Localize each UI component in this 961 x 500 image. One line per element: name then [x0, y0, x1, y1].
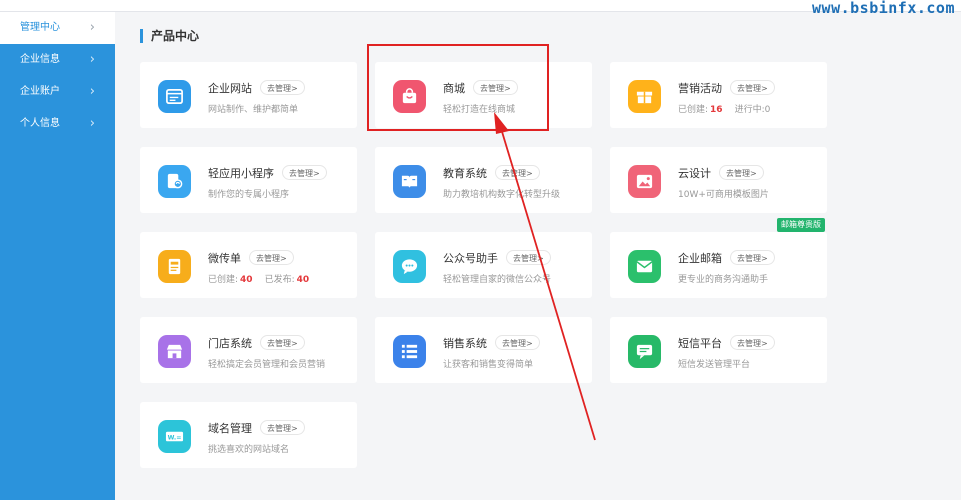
card-desc: 挑选喜欢的网站域名	[208, 445, 290, 455]
manage-button[interactable]: 去管理>	[495, 165, 540, 180]
book-icon	[393, 165, 426, 198]
product-card-marketing[interactable]: 营销活动 去管理> 已创建: 16 进行中:0	[610, 62, 827, 128]
card-desc: 10W+可商用模板图片	[678, 190, 769, 200]
sidebar-item-company-account[interactable]: 企业账户 ›	[0, 76, 115, 108]
product-card-wechat[interactable]: 公众号助手 去管理> 轻松管理自家的微信公众号	[375, 232, 592, 298]
card-name: 门店系统	[208, 337, 252, 350]
card-stats: 已创建: 40 已发布: 40	[208, 272, 311, 285]
card-desc: 让获客和销售变得简单	[443, 360, 534, 370]
created-label: 已创建:	[678, 105, 709, 115]
chevron-right-icon: ›	[89, 20, 95, 35]
card-name: 企业网站	[208, 82, 252, 95]
sidebar-item-label: 管理中心	[20, 22, 60, 33]
product-card-sales[interactable]: 销售系统 去管理> 让获客和销售变得简单	[375, 317, 592, 383]
product-card-sms[interactable]: 短信平台 去管理> 短信发送管理平台	[610, 317, 827, 383]
manage-button[interactable]: 去管理>	[260, 335, 305, 350]
sidebar-item-management-center[interactable]: 管理中心 ›	[0, 12, 115, 44]
card-name: 微传单	[208, 252, 241, 265]
created-count: 16	[710, 105, 723, 115]
manage-button[interactable]: 去管理>	[473, 80, 518, 95]
sidebar-item-label: 个人信息	[20, 118, 60, 129]
product-card-education[interactable]: 教育系统 去管理> 助力教培机构数字化转型升级	[375, 147, 592, 213]
card-desc: 轻松管理自家的微信公众号	[443, 275, 552, 285]
card-desc: 更专业的商务沟通助手	[678, 275, 769, 285]
card-name: 域名管理	[208, 422, 252, 435]
mail-icon	[628, 250, 661, 283]
storefront-icon	[158, 335, 191, 368]
manage-button[interactable]: 去管理>	[730, 250, 775, 265]
published-label: 已发布:	[264, 275, 295, 285]
product-card-mall[interactable]: 商城 去管理> 轻松打造在线商城	[375, 62, 592, 128]
manage-button[interactable]: 去管理>	[495, 335, 540, 350]
browser-icon	[158, 80, 191, 113]
mini-program-icon	[158, 165, 191, 198]
chat-bubble-icon	[393, 250, 426, 283]
manage-button[interactable]: 去管理>	[730, 335, 775, 350]
product-card-store[interactable]: 门店系统 去管理> 轻松搞定会员管理和会员营销	[140, 317, 357, 383]
product-card-miniapp[interactable]: 轻应用小程序 去管理> 制作您的专属小程序	[140, 147, 357, 213]
card-name: 教育系统	[443, 167, 487, 180]
product-card-microflyer[interactable]: 微传单 去管理> 已创建: 40 已发布: 40	[140, 232, 357, 298]
product-card-website[interactable]: 企业网站 去管理> 网站制作、维护都简单	[140, 62, 357, 128]
manage-button[interactable]: 去管理>	[730, 80, 775, 95]
sidebar-item-label: 企业账户	[20, 86, 60, 97]
card-name: 销售系统	[443, 337, 487, 350]
message-icon	[628, 335, 661, 368]
ongoing-label: 进行中:	[734, 105, 765, 115]
card-desc: 轻松打造在线商城	[443, 105, 516, 115]
card-desc: 短信发送管理平台	[678, 360, 751, 370]
manage-button[interactable]: 去管理>	[249, 250, 294, 265]
premium-badge: 邮箱尊贵版	[777, 218, 825, 232]
created-label: 已创建:	[208, 275, 239, 285]
card-desc: 助力教培机构数字化转型升级	[443, 190, 561, 200]
sidebar-item-company-info[interactable]: 企业信息 ›	[0, 44, 115, 76]
flyer-icon	[158, 250, 191, 283]
card-name: 公众号助手	[443, 252, 498, 265]
manage-button[interactable]: 去管理>	[260, 420, 305, 435]
created-count: 40	[240, 275, 253, 285]
product-card-email[interactable]: 邮箱尊贵版 企业邮箱 去管理> 更专业的商务沟通助手	[610, 218, 827, 298]
main-content: 产品中心 企业网站 去管理> 网站制作、维护都简单 商城 去管理> 轻松打造在线商城…	[115, 12, 961, 500]
card-desc: 网站制作、维护都简单	[208, 105, 299, 115]
domain-icon-text: W.=	[168, 434, 182, 441]
sidebar-item-personal-info[interactable]: 个人信息 ›	[0, 108, 115, 140]
sidebar: 管理中心 › 企业信息 › 企业账户 › 个人信息 ›	[0, 12, 115, 500]
ongoing-count: 0	[764, 105, 771, 115]
card-desc: 轻松搞定会员管理和会员营销	[208, 360, 326, 370]
gift-icon	[628, 80, 661, 113]
manage-button[interactable]: 去管理>	[506, 250, 551, 265]
published-count: 40	[296, 275, 310, 285]
chevron-right-icon: ›	[89, 116, 95, 131]
section-title: 产品中心	[140, 29, 199, 43]
manage-button[interactable]: 去管理>	[719, 165, 764, 180]
shopping-bag-icon	[393, 80, 426, 113]
image-icon	[628, 165, 661, 198]
card-desc: 制作您的专属小程序	[208, 190, 290, 200]
card-name: 短信平台	[678, 337, 722, 350]
card-name: 轻应用小程序	[208, 167, 274, 180]
sidebar-item-label: 企业信息	[20, 54, 60, 65]
product-card-design[interactable]: 云设计 去管理> 10W+可商用模板图片	[610, 147, 827, 213]
list-icon	[393, 335, 426, 368]
card-name: 商城	[443, 82, 465, 95]
card-name: 营销活动	[678, 82, 722, 95]
chevron-right-icon: ›	[89, 84, 95, 99]
card-stats: 已创建: 16 进行中:0	[678, 102, 770, 115]
card-name: 云设计	[678, 167, 711, 180]
card-name: 企业邮箱	[678, 252, 722, 265]
manage-button[interactable]: 去管理>	[282, 165, 327, 180]
domain-icon: W.=	[158, 420, 191, 453]
chevron-right-icon: ›	[89, 52, 95, 67]
manage-button[interactable]: 去管理>	[260, 80, 305, 95]
product-card-domain[interactable]: W.= 域名管理 去管理> 挑选喜欢的网站域名	[140, 402, 357, 468]
